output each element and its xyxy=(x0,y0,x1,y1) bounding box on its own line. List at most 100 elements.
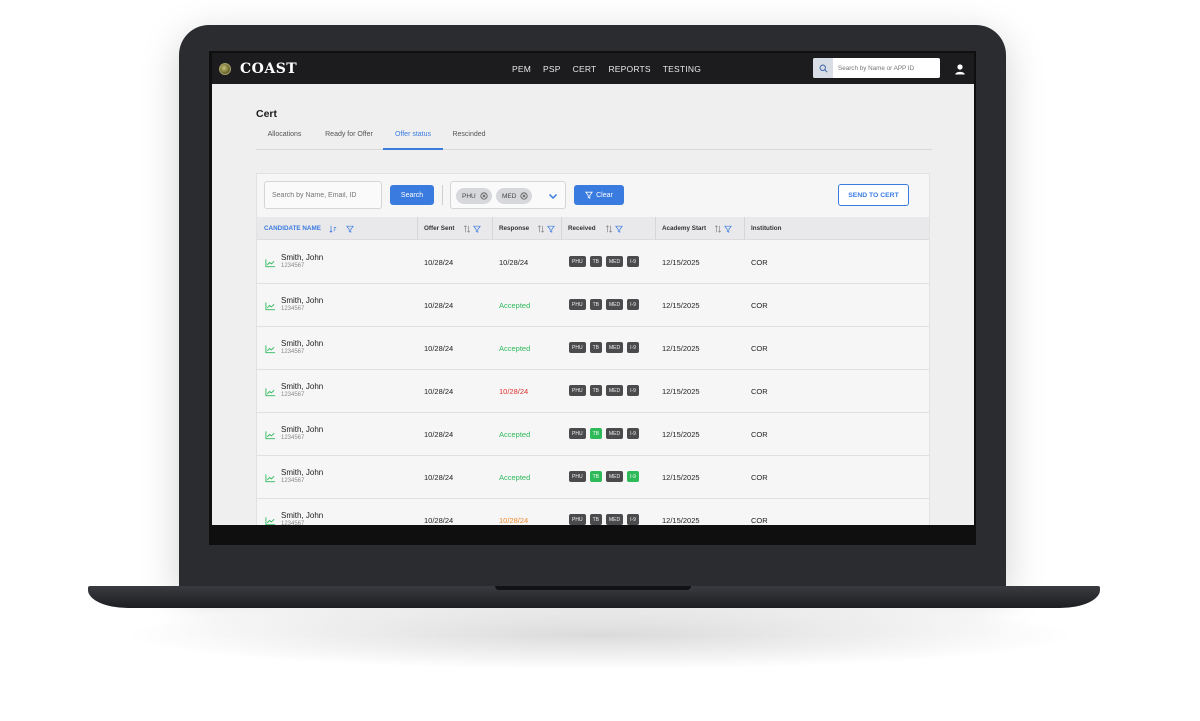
trend-icon[interactable] xyxy=(265,387,276,397)
col-candidate-name[interactable]: CANDIDATE NAME xyxy=(264,217,354,240)
candidate-search-input[interactable] xyxy=(264,181,382,209)
received-badge-i-9: I-9 xyxy=(627,342,639,353)
col-response[interactable]: Response xyxy=(499,217,556,240)
received-badge-i-9: I-9 xyxy=(627,299,639,310)
chevron-down-icon[interactable] xyxy=(547,190,559,202)
col-institution[interactable]: Institution xyxy=(751,217,781,240)
tab-rescinded[interactable]: Rescinded xyxy=(444,128,494,150)
received-badge-phu: PHU xyxy=(569,428,586,439)
institution: COR xyxy=(751,258,768,267)
app-name: COAST xyxy=(240,60,298,77)
column-divider xyxy=(417,217,418,240)
close-circle-icon[interactable] xyxy=(480,192,488,200)
page-title: Cert xyxy=(256,108,278,120)
trend-icon[interactable] xyxy=(265,473,276,483)
candidate-name[interactable]: Smith, John xyxy=(281,468,323,477)
offer-sent-date: 10/28/24 xyxy=(424,516,454,525)
table-row[interactable]: Smith, John 1234567 10/28/24 10/28/24 PHU TB M… xyxy=(257,370,929,413)
col-received[interactable]: Received xyxy=(568,217,623,240)
received-badge-phu: PHU xyxy=(569,385,586,396)
search-button[interactable]: Search xyxy=(390,185,434,205)
academy-start-date: 12/15/2025 xyxy=(662,301,700,310)
close-circle-icon[interactable] xyxy=(520,192,529,200)
offer-sent-date: 10/28/24 xyxy=(424,301,454,310)
col-offer-sent[interactable]: Offer Sent xyxy=(424,217,482,240)
trend-icon[interactable] xyxy=(265,301,276,311)
laptop-notch xyxy=(495,586,691,590)
candidate-id: 1234567 xyxy=(281,435,305,441)
sort-icon[interactable] xyxy=(329,225,337,233)
candidate-name[interactable]: Smith, John xyxy=(281,296,323,305)
nav-item-cert[interactable]: CERT xyxy=(573,64,597,74)
institution: COR xyxy=(751,387,768,396)
col-academy-start[interactable]: Academy Start xyxy=(662,217,733,240)
table-row[interactable]: Smith, John 1234567 10/28/24 10/28/24 PHU TB M… xyxy=(257,241,929,284)
send-to-cert-button[interactable]: SEND TO CERT xyxy=(838,184,909,206)
trend-icon[interactable] xyxy=(265,430,276,440)
candidate-name[interactable]: Smith, John xyxy=(281,339,323,348)
received-documents: PHU TB MED I-9 xyxy=(569,471,643,482)
received-badge-med: MED xyxy=(605,299,624,310)
trend-icon[interactable] xyxy=(265,258,276,268)
sort-icon[interactable] xyxy=(714,224,722,233)
user-icon[interactable] xyxy=(951,60,968,77)
filter-icon[interactable] xyxy=(547,225,556,233)
nav-item-pem[interactable]: PEM xyxy=(512,64,531,74)
candidate-id: 1234567 xyxy=(281,478,305,484)
received-badge-tb: TB xyxy=(589,256,602,267)
table-row[interactable]: Smith, John 1234567 10/28/24 Accepted PHU TB M… xyxy=(257,327,929,370)
response-status: Accepted xyxy=(499,473,531,482)
candidate-name[interactable]: Smith, John xyxy=(281,511,323,520)
table-row[interactable]: Smith, John 1234567 10/28/24 Accepted PHU TB M… xyxy=(257,456,929,499)
sort-icon[interactable] xyxy=(463,224,471,233)
nav-item-testing[interactable]: TESTING xyxy=(663,64,701,74)
received-documents: PHU TB MED I-9 xyxy=(569,342,643,353)
column-divider xyxy=(655,217,656,240)
filter-icon[interactable] xyxy=(473,225,482,233)
filter-chip-phu[interactable]: PHU xyxy=(456,188,492,204)
table-row[interactable]: Smith, John 1234567 10/28/24 Accepted PHU TB M… xyxy=(257,284,929,327)
laptop-shadow xyxy=(120,600,1080,670)
global-search-input[interactable] xyxy=(833,64,937,72)
received-badge-phu: PHU xyxy=(569,299,586,310)
filter-icon[interactable] xyxy=(345,225,354,233)
trend-icon[interactable] xyxy=(265,344,276,354)
clear-label: Clear xyxy=(596,191,613,199)
candidate-name[interactable]: Smith, John xyxy=(281,425,323,434)
table-row[interactable]: Smith, John 1234567 10/28/24 Accepted PHU TB M… xyxy=(257,413,929,456)
tab-ready-for-offer[interactable]: Ready for Offer xyxy=(316,128,382,150)
received-documents: PHU TB MED I-9 xyxy=(569,385,643,396)
seal-icon xyxy=(219,62,231,75)
candidate-name[interactable]: Smith, John xyxy=(281,253,323,262)
nav-item-reports[interactable]: REPORTS xyxy=(608,64,650,74)
academy-start-date: 12/15/2025 xyxy=(662,344,700,353)
received-documents: PHU TB MED I-9 xyxy=(569,428,643,439)
filter-icon[interactable] xyxy=(724,225,733,233)
tab-bar: Allocations Ready for Offer Offer status… xyxy=(256,128,932,150)
nav-item-psp[interactable]: PSP xyxy=(543,64,561,74)
received-badge-phu: PHU xyxy=(569,471,586,482)
search-icon[interactable] xyxy=(813,58,833,78)
received-documents: PHU TB MED I-9 xyxy=(569,299,643,310)
offer-sent-date: 10/28/24 xyxy=(424,387,454,396)
tab-allocations[interactable]: Allocations xyxy=(256,128,313,150)
sort-icon[interactable] xyxy=(537,224,545,233)
document-filter-select[interactable]: PHU MED xyxy=(450,181,566,209)
trend-icon[interactable] xyxy=(265,516,276,525)
clear-filters-button[interactable]: Clear xyxy=(574,185,624,205)
filter-chip-med[interactable]: MED xyxy=(496,188,533,204)
academy-start-date: 12/15/2025 xyxy=(662,516,700,525)
tab-offer-status[interactable]: Offer status xyxy=(383,128,443,150)
app-logo[interactable]: COAST xyxy=(219,61,297,77)
candidate-name[interactable]: Smith, John xyxy=(281,382,323,391)
offer-sent-date: 10/28/24 xyxy=(424,430,454,439)
received-badge-i-9: I-9 xyxy=(627,514,639,525)
filter-icon[interactable] xyxy=(614,225,623,233)
sort-icon[interactable] xyxy=(605,224,613,233)
table-row[interactable]: Smith, John 1234567 10/28/24 10/28/24 PHU TB M… xyxy=(257,499,929,525)
top-navbar: COAST PEM PSP CERT REPORTS TESTING xyxy=(212,53,974,84)
received-badge-tb: TB xyxy=(589,342,602,353)
received-badge-i-9: I-9 xyxy=(627,256,639,267)
institution: COR xyxy=(751,430,768,439)
received-badge-tb: TB xyxy=(589,471,602,482)
